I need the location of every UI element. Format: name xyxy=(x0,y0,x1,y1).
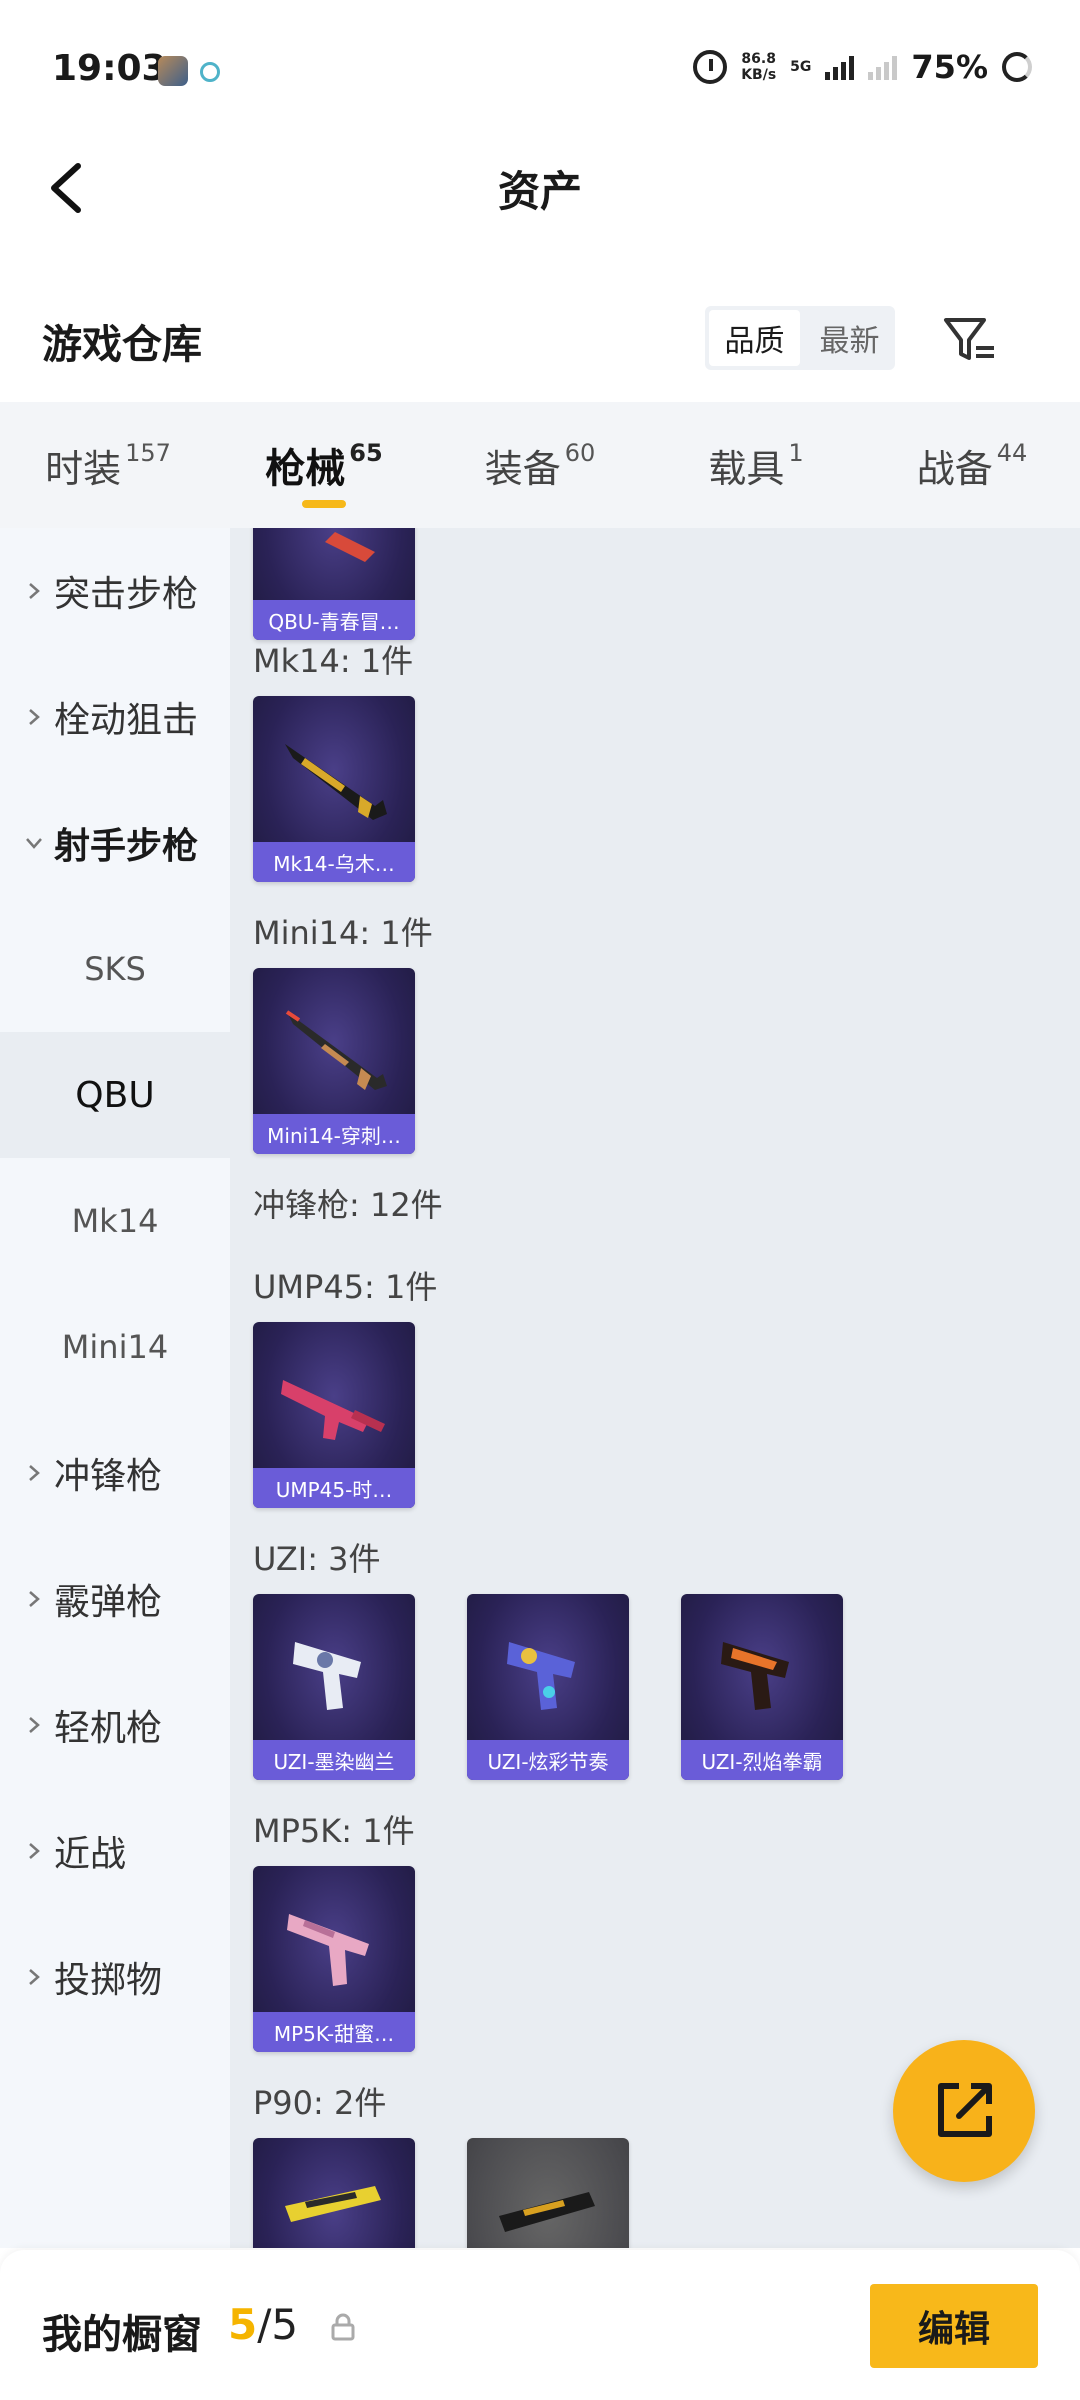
tab-supplies[interactable]: 战备 44 xyxy=(864,402,1080,528)
signal-2-icon xyxy=(868,54,898,80)
item-card[interactable]: MP5K-甜蜜… xyxy=(253,1866,415,2052)
tab-active-indicator xyxy=(302,500,346,508)
sidebar-item-lmg[interactable]: 轻机枪 xyxy=(0,1662,230,1788)
net-speed: 86.8 KB/s xyxy=(741,51,777,83)
skin-thumbnail xyxy=(499,2192,595,2232)
group-label: Mini14: 1件 xyxy=(253,914,433,952)
chevron-right-icon xyxy=(29,1717,40,1733)
share-button[interactable] xyxy=(893,2040,1035,2182)
network-5g: 5G xyxy=(790,59,812,75)
nav-bar: 资产 xyxy=(0,140,1080,250)
chevron-right-icon xyxy=(29,709,40,725)
bottom-bar: 我的橱窗 5/5 编辑 xyxy=(0,2250,1080,2400)
skin-thumbnail xyxy=(507,1642,575,1710)
sidebar-item-bolt-sniper[interactable]: 栓动狙击 xyxy=(0,654,230,780)
signal-icon xyxy=(825,54,855,80)
status-right: 86.8 KB/s 5G 75% xyxy=(693,48,1032,86)
sidebar-sub-mk14[interactable]: Mk14 xyxy=(0,1158,230,1284)
edit-button[interactable]: 编辑 xyxy=(870,2284,1038,2368)
sidebar-sub-sks[interactable]: SKS xyxy=(0,906,230,1032)
item-card-caption: MP5K-甜蜜… xyxy=(253,2012,415,2052)
sidebar: 突击步枪 栓动狙击 射手步枪 SKS QBU Mk14 Mini14 冲锋枪 霰… xyxy=(0,528,230,2248)
item-card-caption: UMP45-时… xyxy=(253,1468,415,1508)
item-card-caption: UZI-墨染幽兰 xyxy=(253,1740,415,1780)
sync-app-icon xyxy=(200,62,220,82)
chevron-right-icon xyxy=(29,1465,40,1481)
skin-thumbnail xyxy=(285,1010,387,1090)
sort-newest-button[interactable]: 最新 xyxy=(804,306,895,370)
group-label: UMP45: 1件 xyxy=(253,1268,438,1306)
warehouse-title: 游戏仓库 xyxy=(42,322,202,368)
chevron-right-icon xyxy=(29,1843,40,1859)
group-label: P90: 2件 xyxy=(253,2084,387,2122)
item-card-caption: UZI-烈焰拳霸 xyxy=(681,1740,843,1780)
group-label: Mk14: 1件 xyxy=(253,642,414,680)
sidebar-item-marksman-rifle[interactable]: 射手步枪 xyxy=(0,780,230,906)
tab-equipment[interactable]: 装备 60 xyxy=(432,402,648,528)
sidebar-sub-qbu[interactable]: QBU xyxy=(0,1032,230,1158)
item-grid: QBU-青春冒… Mk14: 1件 Mk14-乌木… Mini14: 1件 Mi… xyxy=(230,528,1080,2248)
sidebar-item-assault-rifle[interactable]: 突击步枪 xyxy=(0,528,230,654)
sidebar-item-melee[interactable]: 近战 xyxy=(0,1788,230,1914)
skin-thumbnail xyxy=(721,1642,789,1710)
sort-quality-button[interactable]: 品质 xyxy=(709,310,800,366)
skin-thumbnail xyxy=(293,1642,361,1710)
lock-icon xyxy=(331,2313,355,2341)
item-card-caption: UZI-炫彩节奏 xyxy=(467,1740,629,1780)
skin-thumbnail xyxy=(281,1380,385,1440)
chevron-right-icon xyxy=(29,1591,40,1607)
skin-thumbnail xyxy=(285,744,387,820)
sidebar-item-throwable[interactable]: 投掷物 xyxy=(0,1914,230,2040)
skin-thumbnail xyxy=(287,1914,369,1986)
item-card[interactable]: UMP45-时… xyxy=(253,1322,415,1508)
chevron-down-icon xyxy=(26,838,42,849)
warehouse-header: 游戏仓库 品质 最新 xyxy=(0,290,1080,390)
sidebar-item-smg[interactable]: 冲锋枪 xyxy=(0,1410,230,1536)
game-app-icon xyxy=(158,56,188,86)
group-label: 冲锋枪: 12件 xyxy=(253,1186,443,1224)
tab-vehicles[interactable]: 载具 1 xyxy=(648,402,864,528)
sidebar-sub-mini14[interactable]: Mini14 xyxy=(0,1284,230,1410)
status-bar: 19:03 86.8 KB/s 5G 75% xyxy=(0,0,1080,140)
filter-icon[interactable] xyxy=(940,310,1000,370)
item-card-caption: QBU-青春冒… xyxy=(253,600,415,640)
item-card[interactable]: UZI-墨染幽兰 xyxy=(253,1594,415,1780)
skin-thumbnail xyxy=(325,532,375,562)
skin-thumbnail xyxy=(285,2186,381,2222)
showcase-count: 5/5 xyxy=(228,2300,299,2349)
item-card-caption: Mk14-乌木… xyxy=(253,842,415,882)
item-card[interactable] xyxy=(467,2138,629,2248)
item-card[interactable]: Mini14-穿刺… xyxy=(253,968,415,1154)
sidebar-item-shotgun[interactable]: 霰弹枪 xyxy=(0,1536,230,1662)
chevron-right-icon xyxy=(29,1969,40,1985)
tab-fashion[interactable]: 时装 157 xyxy=(0,402,216,528)
group-label: MP5K: 1件 xyxy=(253,1812,415,1850)
item-card[interactable]: QBU-青春冒… xyxy=(253,528,415,640)
item-card[interactable] xyxy=(253,2138,415,2248)
page-title: 资产 xyxy=(497,167,582,216)
sort-toggle: 品质 最新 xyxy=(705,306,895,370)
item-card[interactable]: Mk14-乌木… xyxy=(253,696,415,882)
item-card[interactable]: UZI-炫彩节奏 xyxy=(467,1594,629,1780)
showcase-label: 我的橱窗 xyxy=(42,2312,202,2358)
tab-guns[interactable]: 枪械 65 xyxy=(216,402,432,528)
battery-level: 75% xyxy=(911,48,988,86)
alarm-icon xyxy=(693,50,728,84)
category-tabs: 时装 157 枪械 65 装备 60 载具 1 战备 44 xyxy=(0,402,1080,528)
status-time: 19:03 xyxy=(52,48,167,89)
item-card-caption: Mini14-穿刺… xyxy=(253,1114,415,1154)
item-card[interactable]: UZI-烈焰拳霸 xyxy=(681,1594,843,1780)
chevron-right-icon xyxy=(29,583,40,599)
share-icon xyxy=(938,2083,992,2137)
battery-icon xyxy=(1002,52,1032,82)
group-label: UZI: 3件 xyxy=(253,1540,381,1578)
